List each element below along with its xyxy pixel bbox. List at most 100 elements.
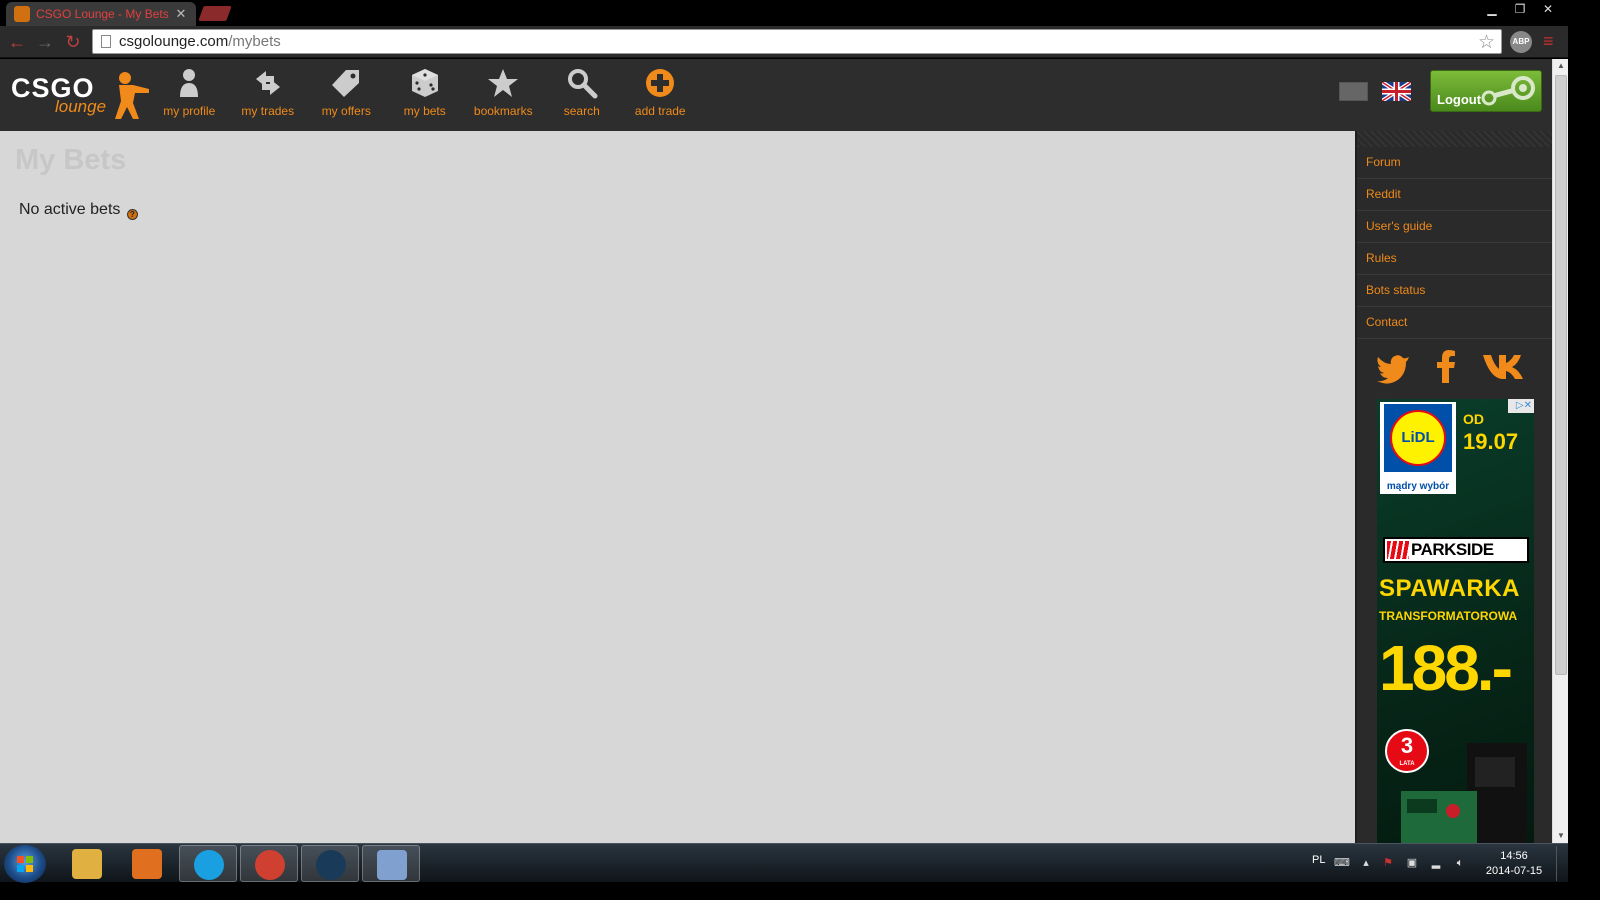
close-window-icon[interactable]: ✕ — [1534, 0, 1562, 18]
nav-my-offers[interactable]: my offers — [307, 59, 386, 131]
nav-search[interactable]: search — [543, 59, 622, 131]
sidebar-link-bots-status[interactable]: Bots status — [1357, 275, 1552, 307]
uk-flag-icon[interactable] — [1382, 82, 1411, 101]
plus-circle-icon — [621, 67, 700, 99]
window-controls: ▁ ❐ ✕ — [1478, 0, 1562, 18]
sidebar-link-contact[interactable]: Contact — [1357, 307, 1552, 339]
vk-icon[interactable] — [1481, 349, 1533, 385]
taskbar-steam-button[interactable] — [301, 845, 359, 882]
logout-label: Logout — [1437, 92, 1482, 107]
adchoices-close-icon[interactable]: ▷✕ — [1508, 399, 1534, 413]
ad-product-name: SPAWARKA — [1379, 575, 1520, 602]
taskbar-chrome-button[interactable] — [240, 845, 298, 882]
lidl-logo-text: LiDL — [1390, 410, 1446, 466]
show-hidden-icons-icon[interactable]: ▴ — [1358, 856, 1374, 870]
lidl-logo: LiDL mądry wybór — [1380, 402, 1456, 494]
browser-menu-icon[interactable]: ≡ — [1543, 32, 1561, 50]
scroll-up-icon[interactable]: ▲ — [1553, 59, 1569, 73]
social-links — [1357, 341, 1554, 391]
nav-label: my profile — [163, 104, 216, 118]
address-bar[interactable]: csgolounge.com/mybets ☆ — [92, 29, 1502, 54]
parkside-logo: PARKSIDE — [1383, 537, 1529, 563]
reload-icon[interactable]: ↻ — [62, 31, 84, 53]
polish-flag-icon[interactable] — [1339, 82, 1368, 101]
facebook-icon[interactable] — [1429, 349, 1465, 385]
browser-toolbar: ← → ↻ csgolounge.com/mybets ☆ ABP ≡ — [0, 26, 1568, 58]
forward-arrow-icon[interactable]: → — [34, 31, 56, 53]
nav-my-trades[interactable]: my trades — [229, 59, 308, 131]
keyboard-icon[interactable]: ⌨ — [1334, 856, 1350, 870]
dice-icon — [386, 67, 465, 99]
ad-price: 188.- — [1379, 632, 1513, 704]
page-icon — [101, 35, 111, 48]
help-icon[interactable]: ? — [126, 209, 138, 220]
lidl-logo-square: LiDL — [1384, 404, 1452, 472]
browser-titlebar: CSGO Lounge - My Bets ✕ ▁ ❐ ✕ — [0, 0, 1568, 26]
offers-icon — [307, 67, 386, 99]
nav-bookmarks[interactable]: bookmarks — [464, 59, 543, 131]
nav-my-profile[interactable]: my profile — [150, 59, 229, 131]
scrollbar-thumb[interactable] — [1555, 75, 1567, 675]
show-desktop-button[interactable] — [1556, 846, 1566, 881]
sidebar-stripe — [1357, 131, 1552, 147]
page-scrollbar[interactable]: ▲ ▼ — [1552, 59, 1568, 843]
new-tab-button[interactable] — [198, 6, 232, 21]
chrome-icon — [255, 850, 285, 880]
nav-my-bets[interactable]: my bets — [386, 59, 465, 131]
nav-label: my trades — [241, 104, 295, 118]
scroll-down-icon[interactable]: ▼ — [1553, 829, 1569, 843]
tab-close-icon[interactable]: ✕ — [174, 6, 188, 22]
minimize-icon[interactable]: ▁ — [1478, 0, 1506, 18]
url-path: /mybets — [228, 33, 281, 50]
advertisement-banner[interactable]: ▷✕ LiDL mądry wybór OD 19.07 PARKSIDE SP… — [1377, 399, 1534, 843]
action-center-flag-icon[interactable]: ⚑ — [1380, 856, 1396, 870]
main-content: My Bets No active bets ? — [0, 131, 1355, 843]
twitter-icon[interactable] — [1375, 349, 1411, 385]
windows-logo-icon — [17, 856, 33, 872]
taskbar-skype-button[interactable] — [179, 845, 237, 882]
nav-add-trade[interactable]: add trade — [621, 59, 700, 131]
clock-time: 14:56 — [1500, 850, 1528, 862]
profile-icon — [150, 67, 229, 99]
trades-icon — [229, 67, 308, 99]
parkside-text: PARKSIDE — [1411, 540, 1494, 559]
back-arrow-icon[interactable]: ← — [6, 31, 28, 53]
tab-title: CSGO Lounge - My Bets — [36, 7, 169, 21]
sidebar-link-users-guide[interactable]: User's guide — [1357, 211, 1552, 243]
restore-icon[interactable]: ❐ — [1506, 0, 1534, 18]
empty-bets-text: No active bets — [19, 201, 121, 218]
start-button[interactable] — [4, 845, 46, 883]
volume-icon[interactable]: 🔈︎ — [1452, 856, 1468, 870]
taskbar-paint-button[interactable] — [362, 845, 420, 882]
bookmark-star-icon[interactable]: ☆ — [1478, 31, 1495, 54]
sidebar-link-forum[interactable]: Forum — [1357, 147, 1552, 179]
page-title: My Bets — [15, 144, 127, 176]
paint-icon — [377, 850, 407, 880]
ad-od-label: OD — [1463, 411, 1484, 427]
csgolounge-favicon-icon — [14, 6, 30, 22]
ad-product-subtitle: TRANSFORMATOROWA — [1379, 609, 1518, 623]
logo-lounge-text: lounge — [55, 97, 107, 116]
network-signal-icon[interactable]: ▂ — [1428, 856, 1444, 870]
nav-label: my offers — [321, 104, 371, 118]
sidebar-link-rules[interactable]: Rules — [1357, 243, 1552, 275]
ad-date: 19.07 — [1463, 429, 1519, 454]
soldier-logo-icon — [115, 72, 149, 119]
taskbar-explorer-button[interactable] — [58, 845, 116, 882]
sidebar-link-reddit[interactable]: Reddit — [1357, 179, 1552, 211]
logout-button[interactable]: Logout — [1430, 70, 1542, 112]
device-icon[interactable]: ▣ — [1404, 856, 1420, 870]
steam-icon — [316, 850, 346, 880]
taskbar-clock[interactable]: 14:56 2014-07-15 — [1478, 849, 1550, 879]
main-nav: my profile my trades my offers my bets b… — [150, 59, 700, 131]
windows-taskbar: PL ⌨ ▴ ⚑ ▣ ▂ 🔈︎ 14:56 2014-07-15 — [0, 843, 1568, 883]
language-indicator[interactable]: PL — [1312, 854, 1325, 866]
csgolounge-logo[interactable]: CSGO lounge — [11, 69, 151, 121]
taskbar-media-player-button[interactable] — [118, 845, 176, 882]
lidl-slogan: mądry wybór — [1386, 481, 1450, 492]
browser-tab[interactable]: CSGO Lounge - My Bets ✕ — [6, 2, 196, 26]
site-header: CSGO lounge my profile my trades my offe… — [0, 59, 1552, 131]
nav-label: my bets — [403, 104, 446, 118]
nav-label: bookmarks — [473, 104, 533, 118]
adblock-plus-icon[interactable]: ABP — [1510, 31, 1532, 53]
